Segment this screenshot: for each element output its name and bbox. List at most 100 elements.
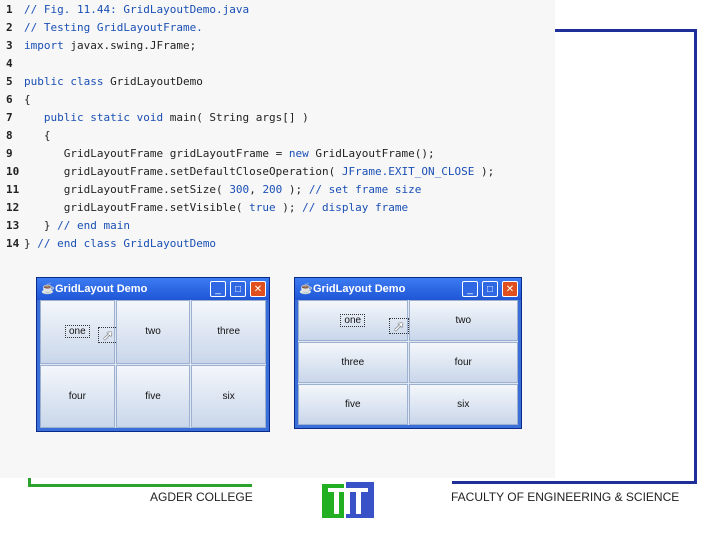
line-number: 1 <box>6 3 13 16</box>
grid-button-two[interactable]: two <box>408 300 518 341</box>
line-number: 13 <box>6 219 20 232</box>
code-line: 8 { <box>0 127 51 145</box>
mouse-cursor-icon: ➚ <box>389 318 409 334</box>
grid-button-six[interactable]: six <box>191 364 266 428</box>
window-titlebar[interactable]: ☕ GridLayout Demo _ □ ✕ <box>37 278 269 300</box>
line-number: 14 <box>6 237 20 250</box>
code-token: javax.swing.JFrame; <box>63 39 197 52</box>
line-number: 3 <box>6 39 13 52</box>
code-line: 10 gridLayoutFrame.setDefaultCloseOperat… <box>0 163 494 181</box>
code-token: import <box>24 39 64 52</box>
code-token: // end main <box>57 219 130 232</box>
code-token: } <box>24 237 38 250</box>
code-token: { <box>24 93 31 106</box>
code-token: { <box>24 129 51 142</box>
code-token: // end class GridLayoutDemo <box>37 237 217 250</box>
footer-college-name: AGDER COLLEGE <box>150 490 253 504</box>
frame-border-right <box>694 29 697 483</box>
close-icon: ✕ <box>505 284 515 295</box>
code-line: 11 gridLayoutFrame.setSize( 300, 200 ); … <box>0 181 421 199</box>
grid-button-four[interactable]: four <box>408 342 518 383</box>
code-line: 6{ <box>0 91 31 109</box>
code-token: ); <box>275 201 303 214</box>
code-token: JFrame.EXIT_ON_CLOSE <box>341 165 475 178</box>
minimize-button[interactable]: _ <box>210 281 226 297</box>
line-number: 5 <box>6 75 13 88</box>
line-number: 11 <box>6 183 20 196</box>
code-token: public class <box>24 75 104 88</box>
code-token: gridLayoutFrame.setVisible( <box>24 201 250 214</box>
window-title: GridLayout Demo <box>55 283 148 295</box>
code-line: 12 gridLayoutFrame.setVisible( true ); /… <box>0 199 408 217</box>
grid-panel: one ➚ two three four five six <box>298 300 518 425</box>
minimize-icon: _ <box>467 284 473 295</box>
grid-button-two[interactable]: two <box>115 300 191 364</box>
code-token: main( String args[] ) <box>163 111 309 124</box>
code-token: GridLayoutFrame gridLayoutFrame = <box>24 147 289 160</box>
line-number: 10 <box>6 165 20 178</box>
code-token: GridLayoutDemo <box>103 75 203 88</box>
maximize-button[interactable]: □ <box>482 281 498 297</box>
grid-button-three[interactable]: three <box>191 300 266 364</box>
grid-button-one[interactable]: one ➚ <box>40 300 118 364</box>
maximize-icon: □ <box>486 284 494 295</box>
gridlayout-window-3x2: ☕ GridLayout Demo _ □ ✕ one ➚ two three f… <box>36 277 270 432</box>
code-token: 200 <box>262 183 283 196</box>
code-line: 9 GridLayoutFrame gridLayoutFrame = new … <box>0 145 435 163</box>
grid-panel: one ➚ two three four five six <box>40 300 266 428</box>
code-token: gridLayoutFrame.setSize( <box>24 183 230 196</box>
code-token: , <box>249 183 263 196</box>
frame-border-top <box>555 29 696 32</box>
slide-content: 1 // Fig. 11.44: GridLayoutDemo.java 2 // T… <box>0 0 555 478</box>
code-token: ); <box>282 183 309 196</box>
line-number: 9 <box>6 147 13 160</box>
gridlayout-window-2x3: ☕ GridLayout Demo _ □ ✕ one ➚ two three f… <box>294 277 522 429</box>
code-line: 4 <box>0 55 24 73</box>
close-icon: ✕ <box>253 284 263 295</box>
grid-button-four[interactable]: four <box>40 364 115 428</box>
line-number: 2 <box>6 21 13 34</box>
maximize-button[interactable]: □ <box>230 281 246 297</box>
code-token: public static void <box>24 111 164 124</box>
line-number: 8 <box>6 129 13 142</box>
code-line: 13 } // end main <box>0 217 130 235</box>
line-number: 6 <box>6 93 13 106</box>
college-logo-icon <box>322 482 374 518</box>
code-line: 3 import javax.swing.JFrame; <box>0 37 196 55</box>
code-token: // Testing GridLayoutFrame. <box>24 21 203 34</box>
line-number: 4 <box>6 57 13 70</box>
java-cup-icon: ☕ <box>299 283 313 295</box>
minimize-button[interactable]: _ <box>462 281 478 297</box>
code-token: new <box>288 147 309 160</box>
code-listing: 1 // Fig. 11.44: GridLayoutDemo.java 2 // T… <box>0 0 555 258</box>
grid-button-five[interactable]: five <box>298 384 408 425</box>
code-token: 300 <box>229 183 250 196</box>
code-token: true <box>249 201 276 214</box>
close-button[interactable]: ✕ <box>250 281 266 297</box>
java-cup-icon: ☕ <box>41 283 55 295</box>
frame-border-bottom <box>452 481 697 484</box>
maximize-icon: □ <box>234 284 242 295</box>
footer-faculty-name: FACULTY OF ENGINEERING & SCIENCE <box>451 490 680 504</box>
grid-button-three[interactable]: three <box>298 342 408 383</box>
frame-accent-bottom <box>28 484 252 487</box>
grid-button-one[interactable]: one ➚ <box>298 300 409 341</box>
code-line: 5 public class GridLayoutDemo <box>0 73 203 91</box>
line-number: 7 <box>6 111 13 124</box>
window-title: GridLayout Demo <box>313 283 406 295</box>
code-line: 1 // Fig. 11.44: GridLayoutDemo.java <box>0 1 249 19</box>
code-line: 2 // Testing GridLayoutFrame. <box>0 19 203 37</box>
code-token: ); <box>474 165 495 178</box>
grid-button-five[interactable]: five <box>115 364 191 428</box>
code-line: 14} // end class GridLayoutDemo <box>0 235 216 253</box>
window-titlebar[interactable]: ☕ GridLayout Demo _ □ ✕ <box>295 278 521 300</box>
code-token: // display frame <box>302 201 409 214</box>
line-number: 12 <box>6 201 20 214</box>
code-token: // Fig. 11.44: GridLayoutDemo.java <box>24 3 250 16</box>
close-button[interactable]: ✕ <box>502 281 518 297</box>
code-line: 7 public static void main( String args[]… <box>0 109 309 127</box>
grid-button-six[interactable]: six <box>408 384 518 425</box>
code-token: GridLayoutFrame(); <box>308 147 435 160</box>
code-token: // set frame size <box>308 183 422 196</box>
code-token: gridLayoutFrame.setDefaultCloseOperation… <box>24 165 342 178</box>
